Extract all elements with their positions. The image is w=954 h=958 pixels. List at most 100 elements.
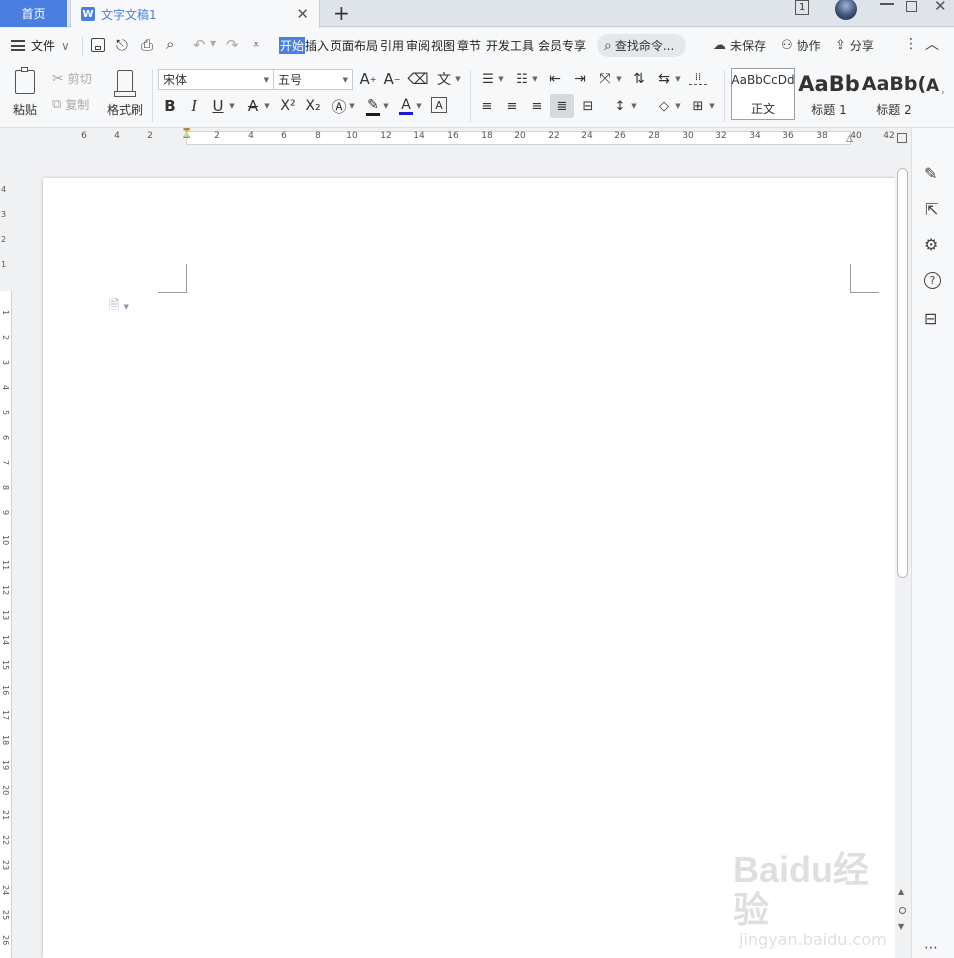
chevron-down-icon[interactable]: ▼ xyxy=(497,73,505,85)
search-command-box[interactable]: ⌕ 查找命令... xyxy=(597,34,686,57)
shading-icon[interactable]: ◇ xyxy=(655,97,673,115)
menu-item-developer[interactable]: 开发工具 xyxy=(486,37,534,54)
page-count-icon[interactable]: 1 xyxy=(795,0,810,15)
chevron-down-icon[interactable]: ▼ xyxy=(415,100,423,112)
text-direction-icon[interactable]: ⇆ xyxy=(655,70,673,88)
document-page[interactable]: 🗎 ▼ Baidu经验 jingyan.baidu.com xyxy=(43,178,895,958)
distributed-align-icon[interactable]: ⊟ xyxy=(578,97,598,115)
menu-item-chapter[interactable]: 章节 xyxy=(457,37,481,54)
more-horizontal-icon[interactable]: ⋯ xyxy=(924,940,938,956)
clear-format-icon[interactable]: ⌫ xyxy=(407,70,428,88)
justify-icon[interactable]: ≣ xyxy=(550,94,574,118)
decrease-indent-icon[interactable]: ⇤ xyxy=(546,70,564,88)
collapse-ribbon-icon[interactable]: ︿ xyxy=(925,34,939,54)
style-heading-2[interactable]: AaBb( 标题 2 xyxy=(862,68,926,120)
more-vertical-icon[interactable]: ⋮ xyxy=(904,36,918,52)
line-spacing-icon[interactable]: ↕ xyxy=(611,97,629,115)
increase-indent-icon[interactable]: ⇥ xyxy=(571,70,589,88)
share-button[interactable]: ⇪ 分享 xyxy=(835,37,874,54)
phonetic-guide-icon[interactable]: 文 xyxy=(433,70,455,88)
bullet-list-icon[interactable]: ☰ xyxy=(479,70,497,88)
decrease-font-size-button[interactable]: A − xyxy=(383,70,401,88)
chevron-down-icon[interactable]: ▼ xyxy=(615,73,623,85)
maximize-icon[interactable] xyxy=(906,1,917,12)
tab-home[interactable]: 首页 xyxy=(0,0,67,27)
pen-icon[interactable]: ✎ xyxy=(924,164,937,183)
tray-icon[interactable]: ⊟ xyxy=(924,309,937,328)
quick-access-dropdown-icon[interactable]: ⩡ xyxy=(253,38,259,52)
chevron-down-icon[interactable]: ▼ xyxy=(708,100,716,112)
ruler-toggle-icon[interactable] xyxy=(897,133,907,143)
paste-button[interactable]: 粘贴 xyxy=(6,67,44,120)
font-name-select[interactable]: 宋体 ▼ xyxy=(158,69,274,90)
style-heading-1[interactable]: AaBb 标题 1 xyxy=(797,68,861,120)
borders-icon[interactable]: ⊞ xyxy=(689,97,707,115)
close-tab-icon[interactable]: ✕ xyxy=(296,5,309,23)
bold-button[interactable]: B xyxy=(161,96,179,116)
menu-item-page-layout[interactable]: 页面布局 xyxy=(330,37,378,54)
tab-document[interactable]: W 文字文稿1 ✕ xyxy=(70,0,320,28)
menu-item-review[interactable]: 审阅 xyxy=(406,37,430,54)
export-icon[interactable]: ⎋ xyxy=(116,36,128,54)
file-menu[interactable]: 文件 ∨ xyxy=(31,37,70,54)
cursor-select-icon[interactable]: ⇱ xyxy=(925,200,938,219)
chevron-down-icon[interactable]: ▼ xyxy=(674,100,682,112)
horizontal-ruler[interactable]: ⏳ △ 6 4 2 2 4 6 8 10 12 14 16 18 20 22 24 26 28 30 32 34 36 3… xyxy=(0,128,910,150)
menu-item-insert[interactable]: 插入 xyxy=(305,37,329,54)
select-browse-icon[interactable] xyxy=(899,907,906,914)
chevron-down-icon[interactable]: ▼ xyxy=(348,100,356,112)
highlight-icon[interactable]: ✎ xyxy=(364,96,382,116)
menu-item-membership[interactable]: 会员专享 xyxy=(538,37,586,54)
chevron-down-icon[interactable]: ▼ xyxy=(228,100,236,112)
settings-sliders-icon[interactable]: ⚙ xyxy=(924,235,938,254)
menu-item-references[interactable]: 引用 xyxy=(380,37,404,54)
format-painter-button[interactable]: 格式刷 xyxy=(104,68,146,120)
chevron-down-icon[interactable]: ▼ xyxy=(630,100,638,112)
text-effect-icon[interactable]: Ⓐ xyxy=(330,96,348,116)
italic-button[interactable]: I xyxy=(185,96,203,116)
underline-button[interactable]: U xyxy=(209,96,227,116)
next-page-icon[interactable]: ▼ xyxy=(898,922,904,931)
help-icon[interactable]: ? xyxy=(924,272,941,289)
font-size-select[interactable]: 五号 ▼ xyxy=(273,69,353,90)
print-icon[interactable]: ⎙ xyxy=(141,36,153,54)
vertical-scrollbar[interactable]: ▲ ▼ xyxy=(895,150,910,958)
chevron-down-icon[interactable]: ▼ xyxy=(531,73,539,85)
redo-icon[interactable]: ↷ xyxy=(226,36,239,54)
subscript-button[interactable]: X₂ xyxy=(302,96,324,116)
chinese-layout-icon[interactable]: ⤧ xyxy=(596,70,614,88)
new-tab-button[interactable]: + xyxy=(333,1,350,25)
character-border-button[interactable]: A xyxy=(431,97,447,113)
superscript-button[interactable]: X² xyxy=(277,96,299,116)
avatar[interactable] xyxy=(835,0,857,20)
align-center-icon[interactable]: ≡ xyxy=(502,97,522,115)
collaborate-button[interactable]: ⚇ 协作 xyxy=(781,37,821,54)
align-right-icon[interactable]: ≡ xyxy=(527,97,547,115)
undo-dropdown-icon[interactable]: ▼ xyxy=(210,39,216,48)
paragraph-options-icon[interactable]: 🗎 ▼ xyxy=(109,296,129,318)
scrollbar-thumb[interactable] xyxy=(897,168,908,578)
menu-item-start[interactable]: 开始 xyxy=(279,37,306,54)
close-window-icon[interactable]: ✕ xyxy=(934,0,947,15)
chevron-down-icon[interactable]: ▼ xyxy=(263,100,271,112)
numbered-list-icon[interactable]: ☷ xyxy=(513,70,531,88)
align-left-icon[interactable]: ≡ xyxy=(477,97,497,115)
unsaved-status[interactable]: ☁ 未保存 xyxy=(713,37,766,54)
cut-button[interactable]: ✂ 剪切 xyxy=(52,70,92,87)
style-heading-3-partial[interactable]: A xyxy=(926,76,940,96)
undo-icon[interactable]: ↶ xyxy=(193,36,206,54)
styles-scroll-right-icon[interactable]: › xyxy=(941,88,945,98)
sort-icon[interactable]: ⇅ xyxy=(630,70,648,88)
save-icon[interactable] xyxy=(91,38,105,52)
strikethrough-button[interactable]: A xyxy=(244,96,262,116)
first-line-indent-marker[interactable]: ⏳ xyxy=(181,129,192,139)
chevron-down-icon[interactable]: ▼ xyxy=(674,73,682,85)
minimize-icon[interactable] xyxy=(880,3,894,5)
style-normal[interactable]: AaBbCcDd 正文 xyxy=(731,68,795,120)
chevron-down-icon[interactable]: ▼ xyxy=(454,73,462,85)
prev-page-icon[interactable]: ▲ xyxy=(898,887,904,896)
show-marks-icon[interactable]: ⁞⁞ xyxy=(689,71,707,85)
font-color-button[interactable]: A xyxy=(398,95,414,117)
print-preview-icon[interactable]: ⌕ xyxy=(166,35,174,53)
increase-font-size-button[interactable]: A + xyxy=(359,70,377,88)
